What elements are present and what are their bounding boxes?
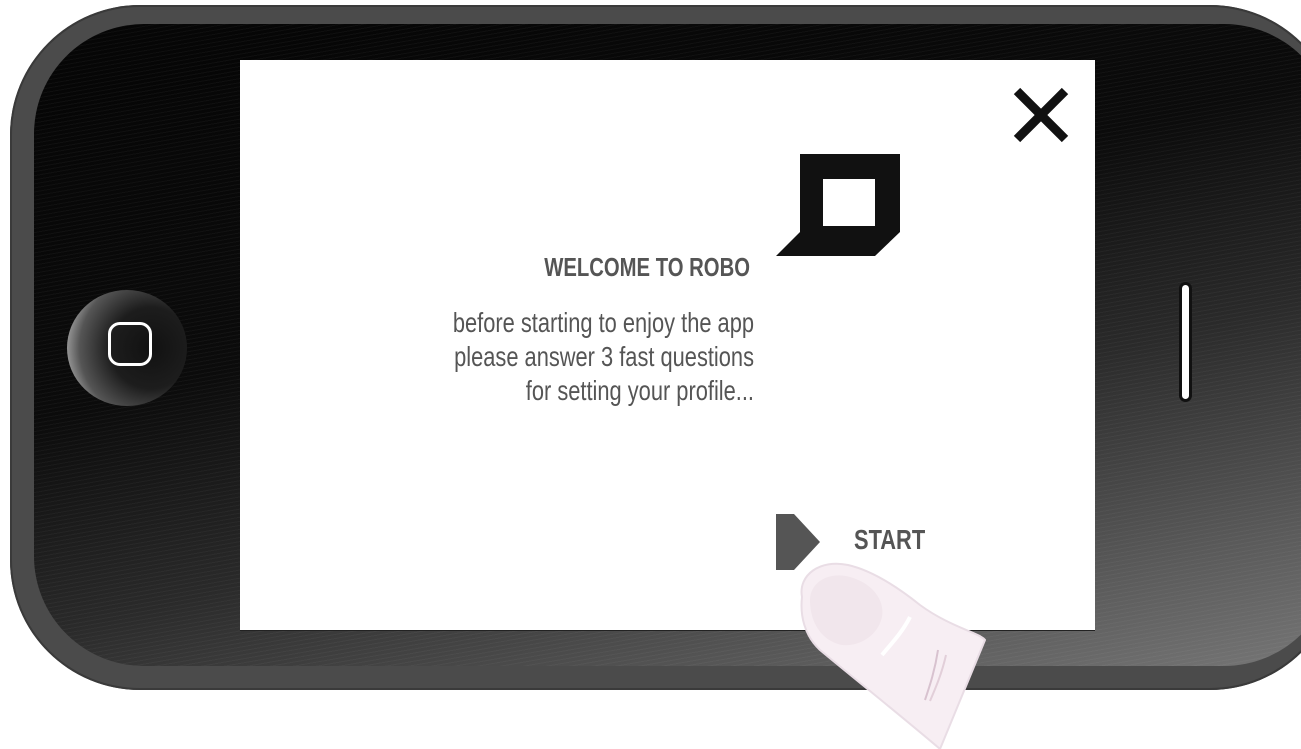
device-mockup: WELCOME TO ROBO before starting to enjoy…: [0, 0, 1301, 749]
start-button[interactable]: START: [776, 514, 936, 570]
welcome-message-line: for setting your profile...: [525, 375, 754, 406]
close-icon: [1013, 87, 1069, 143]
welcome-message-line: please answer 3 fast questions: [454, 341, 754, 372]
close-button[interactable]: [1012, 86, 1070, 144]
start-label: START: [854, 524, 926, 555]
welcome-message-line: before starting to enjoy the app: [452, 307, 754, 338]
home-button-icon[interactable]: [108, 322, 152, 366]
speaker-slot: [1179, 282, 1192, 402]
welcome-title: WELCOME TO ROBO: [544, 252, 750, 282]
robo-logo: [776, 154, 900, 256]
play-arrow-icon: [776, 514, 820, 570]
welcome-message: before starting to enjoy the app please …: [400, 306, 754, 408]
